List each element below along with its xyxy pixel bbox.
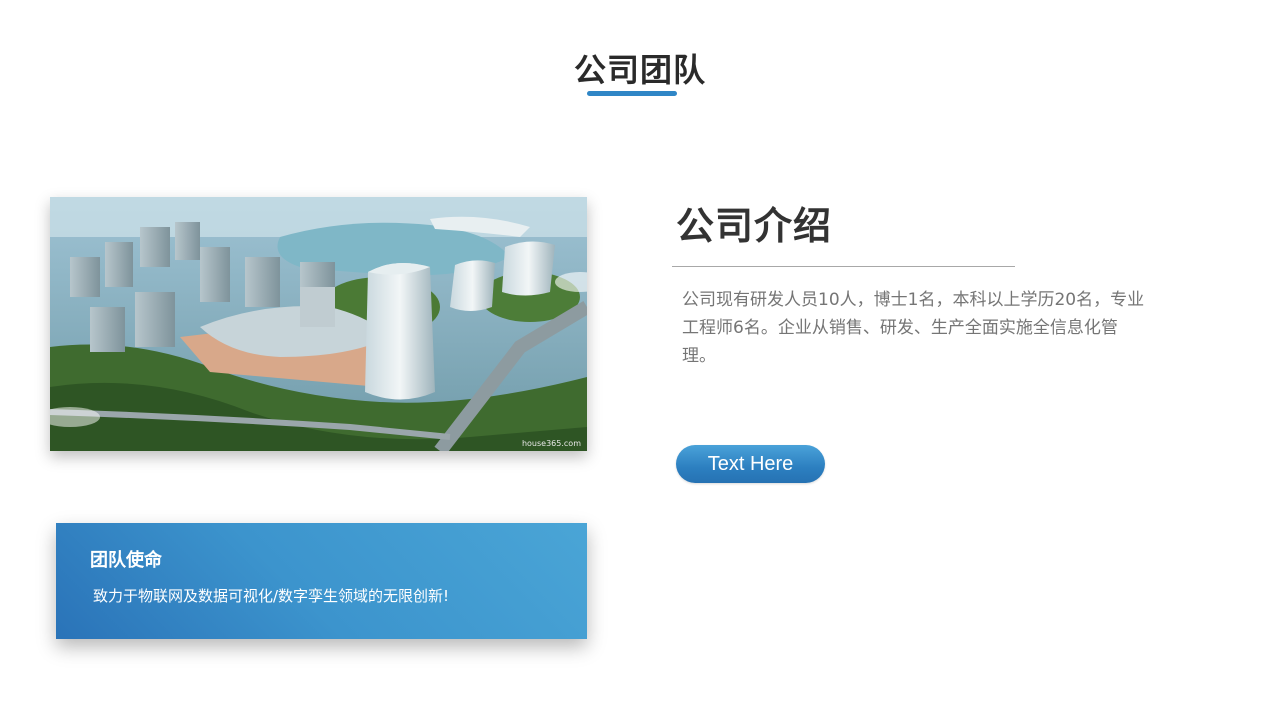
aerial-city-image: house365.com bbox=[50, 197, 587, 451]
page-title: 公司团队 bbox=[573, 51, 706, 89]
mission-text: 致力于物联网及数据可视化/数字孪生领域的无限创新! bbox=[93, 587, 450, 605]
intro-body: 公司现有研发人员10人，博士1名，本科以上学历20名，专业工程师6名。企业从销售… bbox=[682, 290, 1145, 366]
text-here-button[interactable]: Text Here bbox=[676, 445, 825, 483]
title-underline bbox=[587, 91, 677, 96]
aerial-city-illustration bbox=[50, 197, 587, 451]
slide-page: 公司团队 house365.com 团队使命 致力于物联网及数据可视化/数字孪生… bbox=[0, 0, 1280, 720]
mission-title: 团队使命 bbox=[90, 550, 162, 571]
mission-card: 团队使命 致力于物联网及数据可视化/数字孪生领域的无限创新! bbox=[56, 523, 587, 639]
photo-watermark: house365.com bbox=[521, 439, 581, 448]
intro-divider bbox=[672, 266, 1015, 267]
intro-heading: 公司介绍 bbox=[676, 204, 833, 248]
